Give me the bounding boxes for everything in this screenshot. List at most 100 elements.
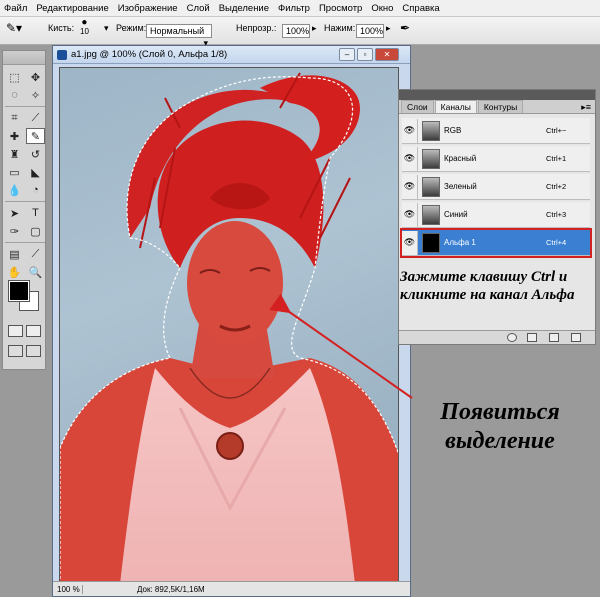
tab-channels[interactable]: Каналы xyxy=(434,100,477,113)
notes-tool-icon[interactable]: ▤ xyxy=(5,246,24,262)
menu-file[interactable]: Файл xyxy=(4,3,27,14)
menu-window[interactable]: Окно xyxy=(371,3,393,14)
channel-thumbnail xyxy=(422,148,440,169)
shape-tool-icon[interactable]: ▢ xyxy=(26,223,45,239)
panel-menu-icon[interactable]: ▸≡ xyxy=(581,102,591,113)
screen-mode-icon[interactable] xyxy=(8,345,23,357)
mode-label: Режим: xyxy=(116,23,147,33)
path-select-icon[interactable]: ➤ xyxy=(5,205,24,221)
visibility-eye-icon[interactable]: 👁 xyxy=(402,230,418,255)
minimize-button[interactable]: – xyxy=(339,48,355,61)
image-canvas[interactable] xyxy=(59,67,399,583)
flow-label: Нажим: xyxy=(324,23,356,33)
brush-tool-selected-icon[interactable]: ✎ xyxy=(26,128,45,144)
crop-tool-icon[interactable]: ⌗ xyxy=(5,110,24,126)
maximize-button[interactable]: ▫ xyxy=(357,48,373,61)
zoom-tool-icon[interactable]: 🔍 xyxy=(26,264,45,280)
delete-channel-icon[interactable] xyxy=(571,333,581,342)
channel-shortcut: Ctrl+~ xyxy=(546,126,567,135)
channel-row-alpha[interactable]: 👁 Альфа 1 Ctrl+4 xyxy=(400,228,592,258)
channel-name: Красный xyxy=(444,154,477,163)
slice-tool-icon[interactable]: ⟋ xyxy=(26,110,45,126)
mode-value: Нормальный xyxy=(150,26,205,36)
dodge-tool-icon[interactable]: ◔ xyxy=(26,182,45,198)
healing-brush-icon[interactable]: ✚ xyxy=(5,128,24,144)
zoom-level[interactable]: 100 % xyxy=(53,584,83,594)
panel-footer xyxy=(399,330,595,344)
menu-help[interactable]: Справка xyxy=(402,3,439,14)
menu-image[interactable]: Изображение xyxy=(118,3,178,14)
menu-view[interactable]: Просмотр xyxy=(319,3,362,14)
airbrush-icon[interactable]: ✒ xyxy=(400,21,410,35)
portrait-image xyxy=(60,72,398,582)
pendant xyxy=(216,432,244,460)
visibility-eye-icon[interactable]: 👁 xyxy=(402,118,418,143)
visibility-eye-icon[interactable]: 👁 xyxy=(402,174,418,199)
blur-tool-icon[interactable]: 💧 xyxy=(5,182,24,198)
menu-select[interactable]: Выделение xyxy=(219,3,269,14)
opacity-field[interactable]: 100% xyxy=(282,24,310,38)
brush-preset-picker[interactable]: ● 10 xyxy=(80,18,89,37)
clone-stamp-icon[interactable]: ♜ xyxy=(5,146,24,162)
eraser-tool-icon[interactable]: ▭ xyxy=(5,164,24,180)
channel-shortcut: Ctrl+1 xyxy=(546,154,567,163)
channel-thumbnail xyxy=(422,176,440,197)
tab-paths[interactable]: Контуры xyxy=(477,100,524,113)
lasso-tool-icon[interactable]: ◌ xyxy=(5,87,24,103)
menu-layer[interactable]: Слой xyxy=(187,3,210,14)
document-title: a1.jpg @ 100% (Слой 0, Альфа 1/8) xyxy=(71,49,228,60)
brush-tool-icon[interactable]: ✎▾ xyxy=(6,21,22,35)
paint-bucket-icon[interactable]: ◣ xyxy=(26,164,45,180)
move-tool-icon[interactable]: ✥ xyxy=(26,69,45,85)
face-shape xyxy=(187,221,283,345)
channel-name: RGB xyxy=(444,126,462,135)
channel-row-blue[interactable]: 👁 Синий Ctrl+3 xyxy=(402,202,590,228)
channels-panel: Слои Каналы Контуры ▸≡ 👁 RGB Ctrl+~ 👁 Кр… xyxy=(398,89,596,345)
visibility-eye-icon[interactable]: 👁 xyxy=(402,202,418,227)
quick-mask-icon[interactable] xyxy=(26,325,41,337)
channel-name: Зеленый xyxy=(444,182,477,191)
channel-row-red[interactable]: 👁 Красный Ctrl+1 xyxy=(402,146,590,172)
panel-tabs: Слои Каналы Контуры xyxy=(399,100,595,114)
pen-tool-icon[interactable]: ✑ xyxy=(5,223,24,239)
menu-edit[interactable]: Редактирование xyxy=(36,3,108,14)
channel-shortcut: Ctrl+2 xyxy=(546,182,567,191)
opacity-dropdown-icon[interactable]: ▸ xyxy=(312,23,317,34)
type-tool-icon[interactable]: T xyxy=(26,205,45,221)
flow-dropdown-icon[interactable]: ▸ xyxy=(386,23,391,34)
photoshop-doc-icon xyxy=(57,49,67,60)
new-channel-icon[interactable] xyxy=(549,333,559,342)
result-annotation: Появиться выделение xyxy=(440,399,560,454)
brush-label: Кисть: xyxy=(48,23,75,33)
options-bar: ✎▾ Кисть: ● 10 ▾ Режим: Нормальный ▾ Непр… xyxy=(0,17,600,48)
history-brush-icon[interactable]: ↺ xyxy=(26,146,45,162)
eyedropper-icon[interactable]: ⟋ xyxy=(26,246,45,262)
tab-layers[interactable]: Слои xyxy=(401,100,434,113)
toolbox-grip[interactable] xyxy=(3,51,45,65)
save-selection-icon[interactable] xyxy=(527,333,537,342)
panel-titlebar[interactable] xyxy=(399,90,595,100)
load-selection-icon[interactable] xyxy=(507,333,517,342)
mode-select[interactable]: Нормальный ▾ xyxy=(146,24,212,48)
channel-name: Альфа 1 xyxy=(444,238,476,247)
toolbox: ⬚ ✥ ◌ ✧ ⌗ ⟋ ✚ ✎ ♜ ↺ ▭ ◣ 💧 ◔ ➤ T ✑ ▢ ▤ ⟋ … xyxy=(2,50,46,370)
opacity-label: Непрозр.: xyxy=(236,23,277,33)
document-window: a1.jpg @ 100% (Слой 0, Альфа 1/8) – ▫ ✕ xyxy=(52,45,411,597)
menu-filter[interactable]: Фильтр xyxy=(278,3,310,14)
foreground-color-swatch[interactable] xyxy=(8,280,30,302)
close-button[interactable]: ✕ xyxy=(375,48,399,61)
marquee-tool-icon[interactable]: ⬚ xyxy=(5,69,24,85)
standard-mode-icon[interactable] xyxy=(8,325,23,337)
channel-thumbnail xyxy=(422,120,440,141)
magic-wand-icon[interactable]: ✧ xyxy=(26,87,45,103)
flow-field[interactable]: 100% xyxy=(356,24,384,38)
channel-row-green[interactable]: 👁 Зеленый Ctrl+2 xyxy=(402,174,590,200)
visibility-eye-icon[interactable]: 👁 xyxy=(402,146,418,171)
screen-mode-full-icon[interactable] xyxy=(26,345,41,357)
channel-row-rgb[interactable]: 👁 RGB Ctrl+~ xyxy=(402,118,590,144)
document-info[interactable]: Док: 892,5K/1,16M xyxy=(83,585,205,594)
instruction-annotation: Зажмите клавишу Ctrl и кликните на канал… xyxy=(400,269,575,303)
channel-thumbnail xyxy=(422,232,440,253)
brush-dropdown-icon[interactable]: ▾ xyxy=(104,23,109,34)
hand-tool-icon[interactable]: ✋ xyxy=(5,264,24,280)
